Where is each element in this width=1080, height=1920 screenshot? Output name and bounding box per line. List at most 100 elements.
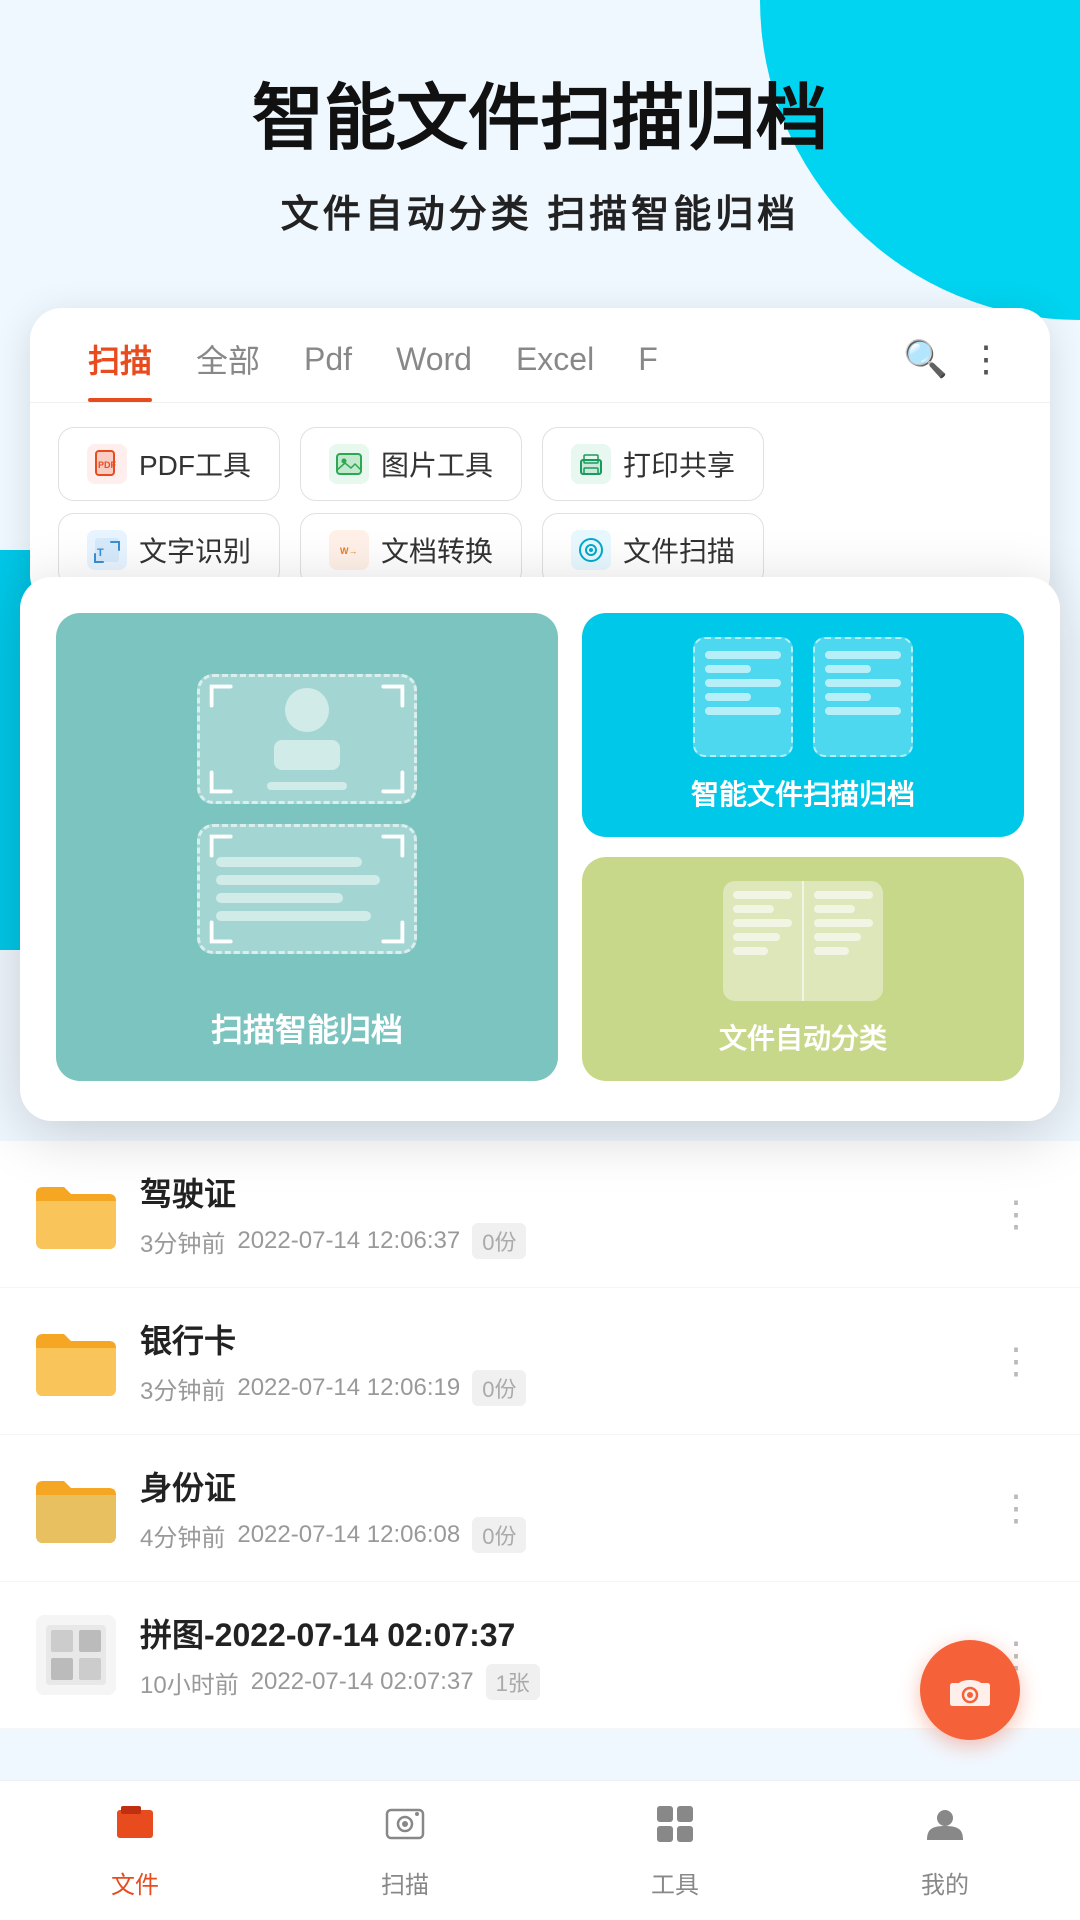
pdf-tool-icon: PDF: [87, 444, 127, 484]
popup-right: 智能文件扫描归档 文件自动分类: [582, 613, 1024, 1081]
file-date-3: 2022-07-14 02:07:37: [251, 1668, 474, 1696]
illus-line: [216, 911, 371, 921]
nav-tools[interactable]: 工具: [631, 1792, 719, 1910]
hero-title: 智能文件扫描归档: [60, 80, 1020, 159]
ocr-tool-icon: T: [87, 530, 127, 570]
file-more-2[interactable]: ⋮: [988, 1477, 1044, 1539]
tab-word[interactable]: Word: [374, 341, 494, 398]
nav-scan[interactable]: 扫描: [361, 1792, 449, 1910]
mine-nav-icon: [923, 1802, 967, 1857]
hero-subtitle: 文件自动分类 扫描智能归档: [60, 183, 1020, 238]
scan-archive-button[interactable]: 扫描智能归档: [56, 613, 558, 1081]
file-item-shenfenzheng[interactable]: 身份证 4分钟前 2022-07-14 12:06:08 0份 ⋮: [0, 1435, 1080, 1582]
file-item-pintu[interactable]: 拼图-2022-07-14 02:07:37 10小时前 2022-07-14 …: [0, 1582, 1080, 1729]
doc-icon-1: [693, 637, 793, 757]
nav-files[interactable]: 文件: [91, 1792, 179, 1910]
file-date-2: 2022-07-14 12:06:08: [237, 1521, 460, 1549]
file-info-shenfenzheng: 身份证 4分钟前 2022-07-14 12:06:08 0份: [140, 1463, 988, 1553]
file-badge-3: 1张: [486, 1664, 540, 1700]
img-tool-button[interactable]: 图片工具: [300, 427, 522, 501]
file-name-shenfenzheng: 身份证: [140, 1463, 988, 1509]
illus-line: [216, 857, 362, 867]
scan-nav-icon: [383, 1802, 427, 1857]
convert-tool-button[interactable]: W→ 文档转换: [300, 513, 522, 587]
svg-text:PDF: PDF: [98, 460, 117, 470]
auto-classify-label: 文件自动分类: [719, 1017, 887, 1057]
tab-excel[interactable]: Excel: [494, 341, 616, 398]
file-more-1[interactable]: ⋮: [988, 1330, 1044, 1392]
person-body: [274, 740, 340, 770]
scan-illustrations: [197, 643, 417, 985]
svg-text:T: T: [97, 547, 104, 559]
tab-pdf[interactable]: Pdf: [282, 341, 374, 398]
filescan-tool-label: 文件扫描: [623, 530, 735, 570]
file-meta-jiashizheng: 3分钟前 2022-07-14 12:06:37 0份: [140, 1223, 988, 1259]
filescan-tool-button[interactable]: 文件扫描: [542, 513, 764, 587]
pdf-tool-button[interactable]: PDF PDF工具: [58, 427, 280, 501]
illus-line: [216, 875, 380, 885]
more-icon[interactable]: ⋮: [958, 338, 1014, 400]
folder-icon-jiashizheng: [36, 1179, 116, 1249]
camera-fab[interactable]: [920, 1640, 1020, 1740]
file-info-jiashizheng: 驾驶证 3分钟前 2022-07-14 12:06:37 0份: [140, 1169, 988, 1259]
print-tool-icon: [571, 444, 611, 484]
convert-tool-label: 文档转换: [381, 530, 493, 570]
smart-scan-label: 智能文件扫描归档: [691, 773, 915, 813]
file-more-0[interactable]: ⋮: [988, 1183, 1044, 1245]
img-tool-label: 图片工具: [381, 444, 493, 484]
file-date-1: 2022-07-14 12:06:19: [237, 1374, 460, 1402]
book-page-right: [804, 881, 883, 1001]
person-circle: [285, 688, 329, 732]
ocr-tool-label: 文字识别: [139, 530, 251, 570]
tab-scan[interactable]: 扫描: [66, 336, 174, 402]
tab-f[interactable]: F: [616, 341, 680, 398]
file-badge-1: 0份: [472, 1370, 526, 1406]
popup-card: 扫描智能归档 智能文件扫描归: [20, 577, 1060, 1121]
search-icon[interactable]: 🔍: [893, 338, 958, 400]
file-meta-yinhangka: 3分钟前 2022-07-14 12:06:19 0份: [140, 1370, 988, 1406]
print-tool-label: 打印共享: [623, 444, 735, 484]
tab-bar: 扫描 全部 Pdf Word Excel F 🔍 ⋮: [30, 308, 1050, 403]
smart-scan-button[interactable]: 智能文件扫描归档: [582, 613, 1024, 837]
main-card: 扫描 全部 Pdf Word Excel F 🔍 ⋮ PDF PDF工具 图片工…: [30, 308, 1050, 607]
file-meta-shenfenzheng: 4分钟前 2022-07-14 12:06:08 0份: [140, 1517, 988, 1553]
doc-icons-row: [693, 637, 913, 757]
file-item-jiashizheng[interactable]: 驾驶证 3分钟前 2022-07-14 12:06:37 0份 ⋮: [0, 1141, 1080, 1288]
doc-icon-2: [813, 637, 913, 757]
folder-icon-yinhangka: [36, 1326, 116, 1396]
file-badge-2: 0份: [472, 1517, 526, 1553]
auto-classify-button[interactable]: 文件自动分类: [582, 857, 1024, 1081]
tab-all[interactable]: 全部: [174, 336, 282, 402]
scan-archive-label: 扫描智能归档: [211, 1005, 403, 1051]
scan-tool-icon: [571, 530, 611, 570]
file-info-pintu: 拼图-2022-07-14 02:07:37 10小时前 2022-07-14 …: [140, 1610, 988, 1700]
file-meta-pintu: 10小时前 2022-07-14 02:07:37 1张: [140, 1664, 988, 1700]
doc-illus: [197, 824, 417, 954]
ocr-tool-button[interactable]: T 文字识别: [58, 513, 280, 587]
tools-nav-icon: [653, 1802, 697, 1857]
file-info-yinhangka: 银行卡 3分钟前 2022-07-14 12:06:19 0份: [140, 1316, 988, 1406]
svg-text:W→: W→: [340, 546, 358, 556]
file-date-0: 2022-07-14 12:06:37: [237, 1227, 460, 1255]
print-tool-button[interactable]: 打印共享: [542, 427, 764, 501]
nav-mine[interactable]: 我的: [901, 1792, 989, 1910]
file-time-0: 3分钟前: [140, 1224, 225, 1259]
hero-section: 智能文件扫描归档 文件自动分类 扫描智能归档: [0, 0, 1080, 278]
nav-tools-label: 工具: [651, 1865, 699, 1900]
tool-row-1: PDF PDF工具 图片工具 打印共享: [30, 403, 1050, 513]
file-name-pintu: 拼图-2022-07-14 02:07:37: [140, 1610, 988, 1656]
id-card-illus: [197, 674, 417, 804]
file-name-jiashizheng: 驾驶证: [140, 1169, 988, 1215]
files-nav-icon: [113, 1802, 157, 1857]
book-illus: [723, 881, 883, 1001]
file-list: 驾驶证 3分钟前 2022-07-14 12:06:37 0份 ⋮ 银行卡 3分…: [0, 1141, 1080, 1729]
file-time-2: 4分钟前: [140, 1518, 225, 1553]
file-time-1: 3分钟前: [140, 1371, 225, 1406]
file-name-yinhangka: 银行卡: [140, 1316, 988, 1362]
file-item-yinhangka[interactable]: 银行卡 3分钟前 2022-07-14 12:06:19 0份 ⋮: [0, 1288, 1080, 1435]
folder-icon-shenfenzheng: [36, 1473, 116, 1543]
book-page-left: [723, 881, 804, 1001]
pdf-tool-label: PDF工具: [139, 444, 251, 484]
nav-files-label: 文件: [111, 1865, 159, 1900]
nav-scan-label: 扫描: [381, 1865, 429, 1900]
